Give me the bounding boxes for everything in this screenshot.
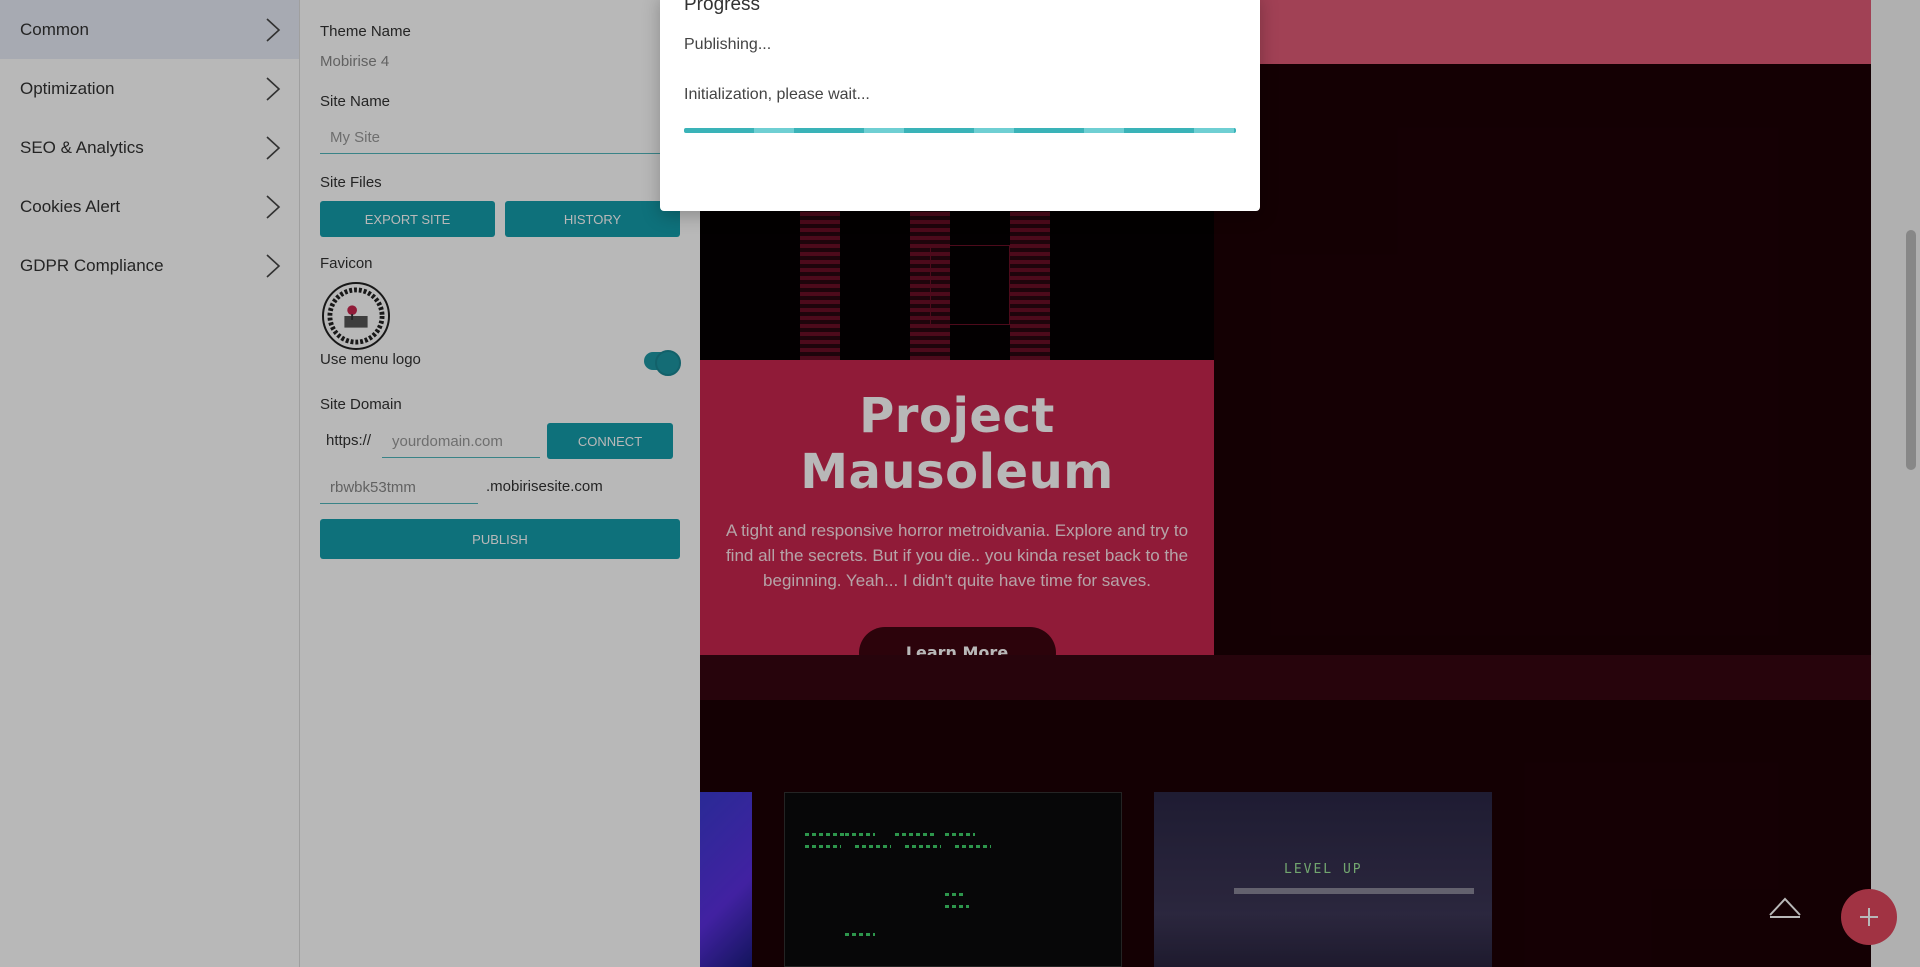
dialog-status-text: Publishing...: [684, 36, 772, 53]
progress-dialog: Progress Publishing... Initialization, p…: [660, 0, 1260, 211]
dialog-substatus-text: Initialization, please wait...: [684, 86, 870, 103]
dialog-title: Progress: [684, 0, 761, 15]
publish-progress-bar: [684, 128, 1236, 133]
